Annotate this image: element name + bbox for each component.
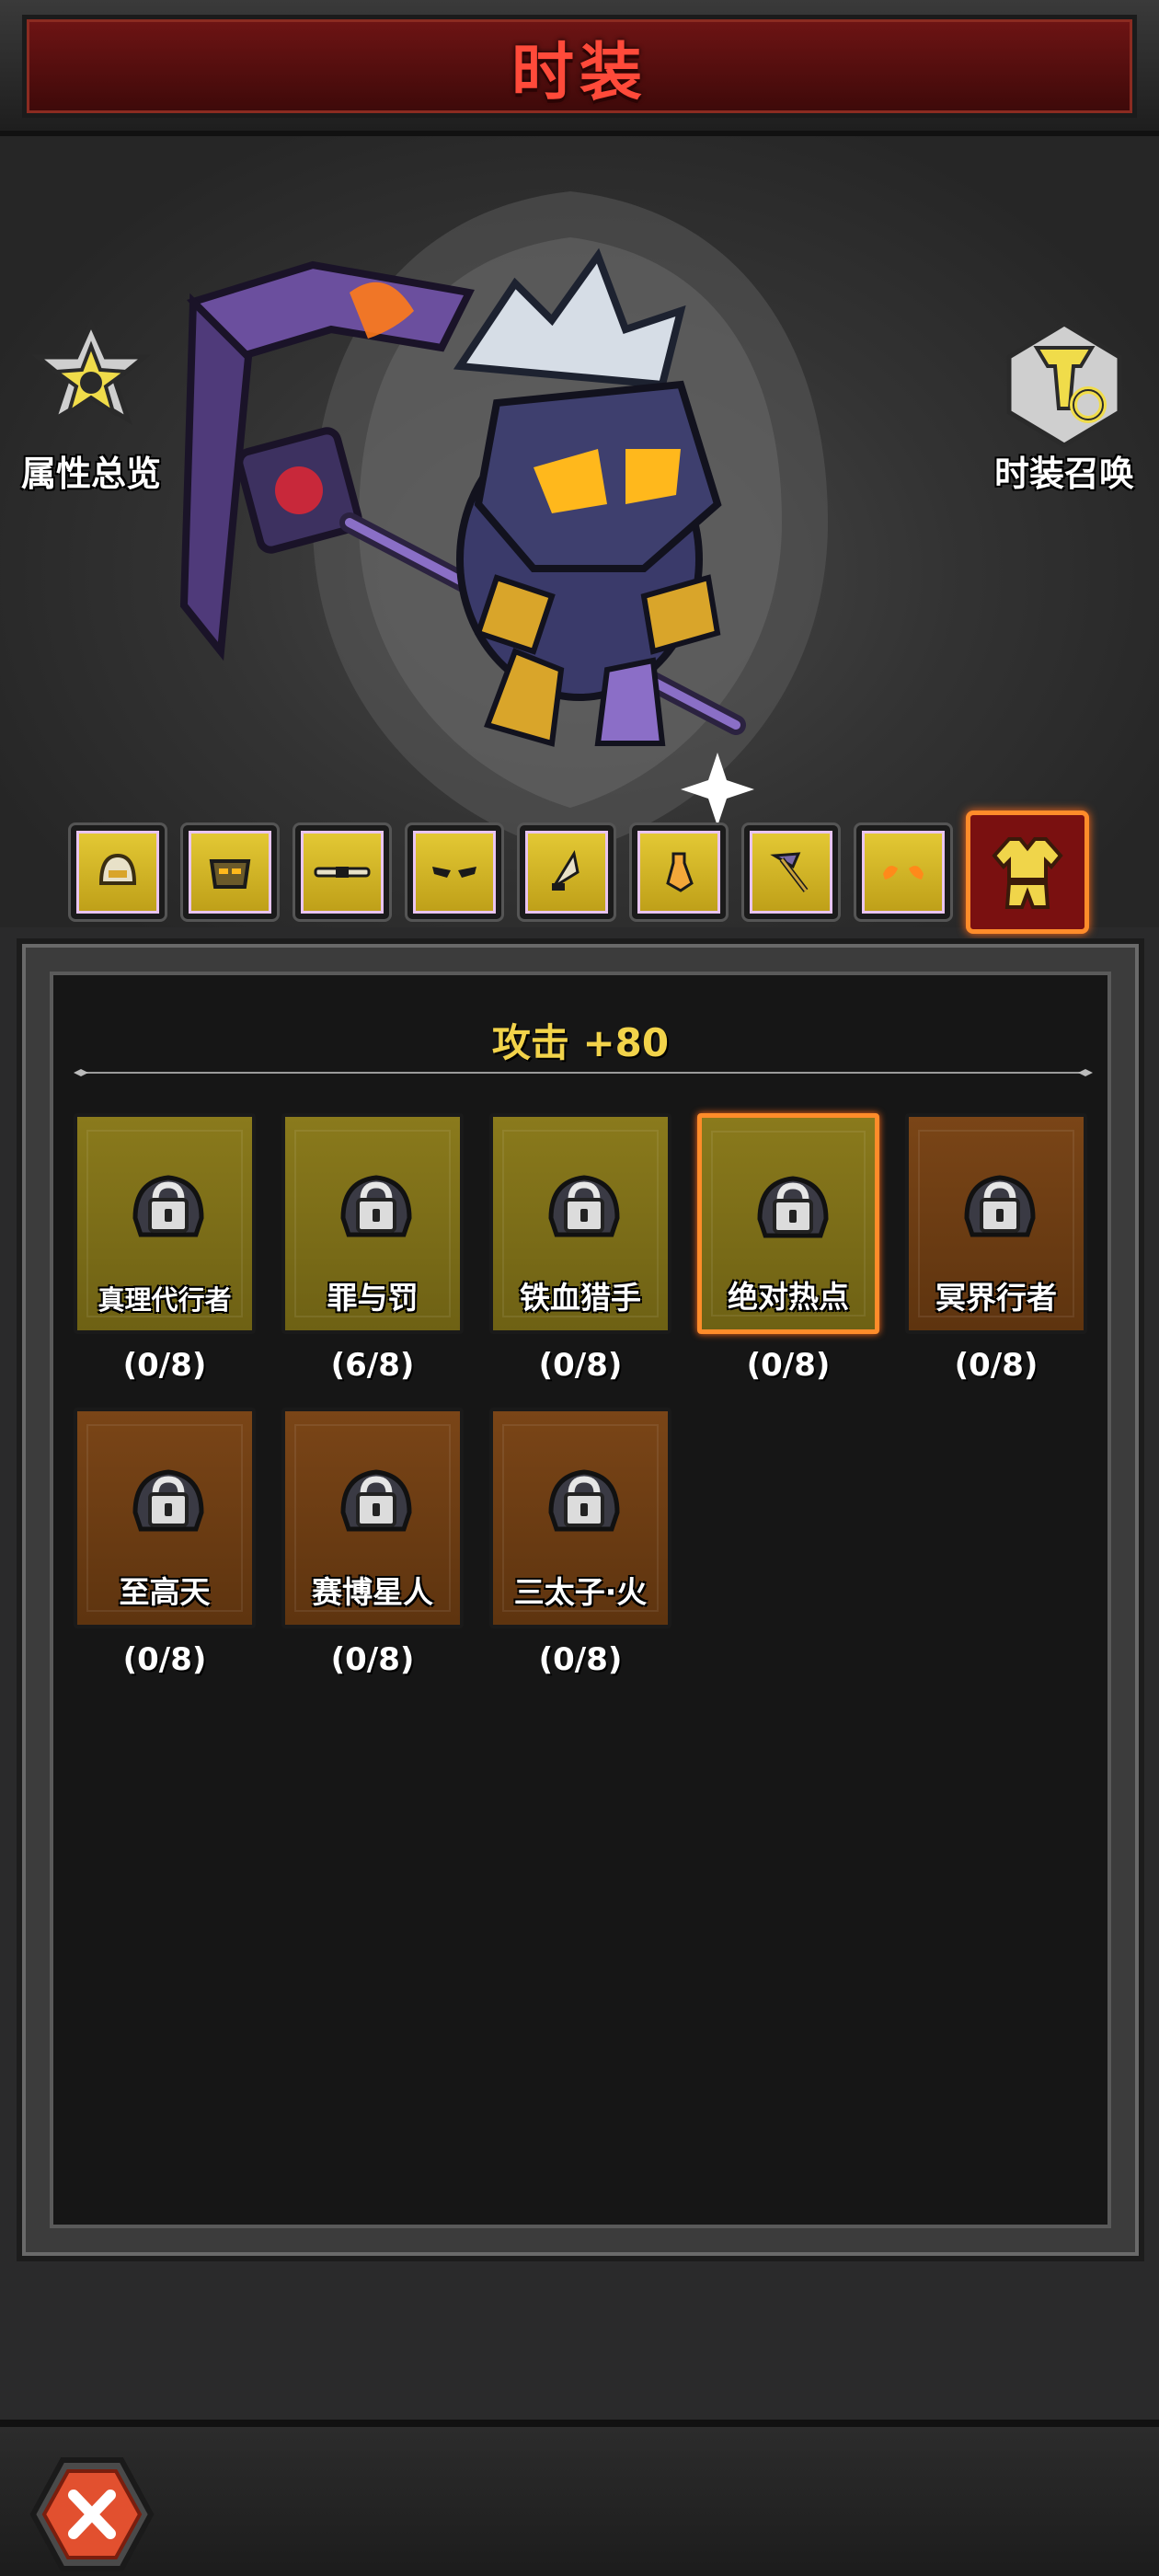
lock-icon xyxy=(548,1175,620,1237)
outfit-card-progress: (0/8) xyxy=(746,1347,831,1384)
lock-icon xyxy=(757,1176,829,1238)
vial-icon xyxy=(666,852,694,892)
outfit-card[interactable]: 冥界行者 (0/8) xyxy=(905,1113,1087,1384)
attribute-star-icon xyxy=(30,317,152,425)
outfit-card-face: 赛博星人 xyxy=(281,1408,464,1628)
outfit-card-name: 铁血猎手 xyxy=(520,1280,641,1316)
equipment-slot-row xyxy=(68,811,1089,934)
outfit-card-face: 铁血猎手 xyxy=(489,1113,671,1334)
slot-helmet[interactable] xyxy=(68,822,167,922)
blade-icon xyxy=(552,849,580,891)
outfit-card[interactable]: 铁血猎手 (0/8) xyxy=(489,1113,671,1384)
outfit-card-name: 至高天 xyxy=(119,1574,211,1610)
outfit-card-face: 冥界行者 xyxy=(905,1113,1087,1334)
slot-outfit[interactable] xyxy=(966,811,1089,934)
outfit-card-face: 绝对热点 xyxy=(697,1113,879,1334)
lock-icon xyxy=(340,1469,412,1532)
outfit-card-face: 真理代行者 xyxy=(74,1113,256,1334)
outfit-card[interactable]: 赛博星人 (0/8) xyxy=(281,1408,464,1678)
outfit-card-name: 真理代行者 xyxy=(98,1284,232,1316)
outfit-card[interactable]: 罪与罚 (6/8) xyxy=(281,1113,464,1384)
outfit-card-name: 三太子·火 xyxy=(513,1574,648,1610)
character-figure xyxy=(179,191,828,854)
outfit-card[interactable]: 绝对热点 (0/8) xyxy=(697,1113,879,1384)
outfit-card-progress: (0/8) xyxy=(538,1641,623,1678)
outfit-card-face: 罪与罚 xyxy=(281,1113,464,1334)
outfit-panel: 攻击 +80 真理代行者 (0/8) 罪与罚 (6/8) 铁血猎手 (0/8) 绝对热点 (0… xyxy=(17,938,1144,2261)
lock-icon xyxy=(132,1469,204,1532)
outfit-card-name: 冥界行者 xyxy=(935,1280,1057,1316)
lock-icon xyxy=(548,1469,620,1532)
outfit-summon-button[interactable]: 时装召唤 xyxy=(986,320,1142,496)
outfit-card-progress: (0/8) xyxy=(122,1641,207,1678)
helmet-icon xyxy=(98,853,137,885)
outfit-card-progress: (0/8) xyxy=(538,1347,623,1384)
close-button[interactable] xyxy=(28,2455,156,2574)
slot-bar[interactable] xyxy=(293,822,392,922)
lock-icon xyxy=(132,1175,204,1237)
outfit-card-progress: (0/8) xyxy=(954,1347,1039,1384)
outfit-card[interactable]: 三太子·火 (0/8) xyxy=(489,1408,671,1678)
slot-vial[interactable] xyxy=(629,822,729,922)
outfit-card-face: 至高天 xyxy=(74,1408,256,1628)
axe-icon xyxy=(770,852,809,892)
outfit-card-name: 赛博星人 xyxy=(312,1574,433,1610)
bar-icon xyxy=(314,867,371,878)
summon-rings-icon xyxy=(1006,321,1122,448)
mask-icon xyxy=(209,859,251,889)
slot-mask[interactable] xyxy=(180,822,280,922)
outfit-card-name: 罪与罚 xyxy=(327,1280,419,1316)
eyes-icon xyxy=(432,867,476,878)
lock-icon xyxy=(340,1175,412,1237)
footer-bar xyxy=(0,2420,1159,2576)
outfit-card-progress: (6/8) xyxy=(330,1347,415,1384)
slot-eyes[interactable] xyxy=(405,822,504,922)
outfit-card-name: 绝对热点 xyxy=(728,1279,849,1315)
title-banner: 时装 xyxy=(22,15,1137,118)
slot-axe[interactable] xyxy=(741,822,841,922)
outfit-summon-label: 时装召唤 xyxy=(993,454,1134,494)
header-bar: 时装 xyxy=(0,0,1159,136)
outfit-card[interactable]: 至高天 (0/8) xyxy=(74,1408,256,1678)
outfit-card-progress: (0/8) xyxy=(122,1347,207,1384)
character-showcase: 属性总览 时装召唤 xyxy=(0,136,1159,927)
outfit-card-face: 三太子·火 xyxy=(489,1408,671,1628)
lock-icon xyxy=(964,1175,1036,1237)
outfit-card[interactable]: 真理代行者 (0/8) xyxy=(74,1113,256,1384)
outfit-card-progress: (0/8) xyxy=(330,1641,415,1678)
slot-flame-eyes[interactable] xyxy=(854,822,953,922)
flame-eyes-icon xyxy=(883,866,924,880)
page-title: 时装 xyxy=(511,36,648,109)
slot-blade[interactable] xyxy=(517,822,616,922)
attribute-overview-button[interactable]: 属性总览 xyxy=(13,317,169,496)
outfit-icon xyxy=(992,837,1063,909)
outfit-panel-inner: 攻击 +80 真理代行者 (0/8) 罪与罚 (6/8) 铁血猎手 (0/8) 绝对热点 (0… xyxy=(50,972,1111,2228)
attribute-overview-label: 属性总览 xyxy=(20,454,161,494)
outfit-card-grid: 真理代行者 (0/8) 罪与罚 (6/8) 铁血猎手 (0/8) 绝对热点 (0/8) 冥界行者… xyxy=(53,975,1107,2225)
